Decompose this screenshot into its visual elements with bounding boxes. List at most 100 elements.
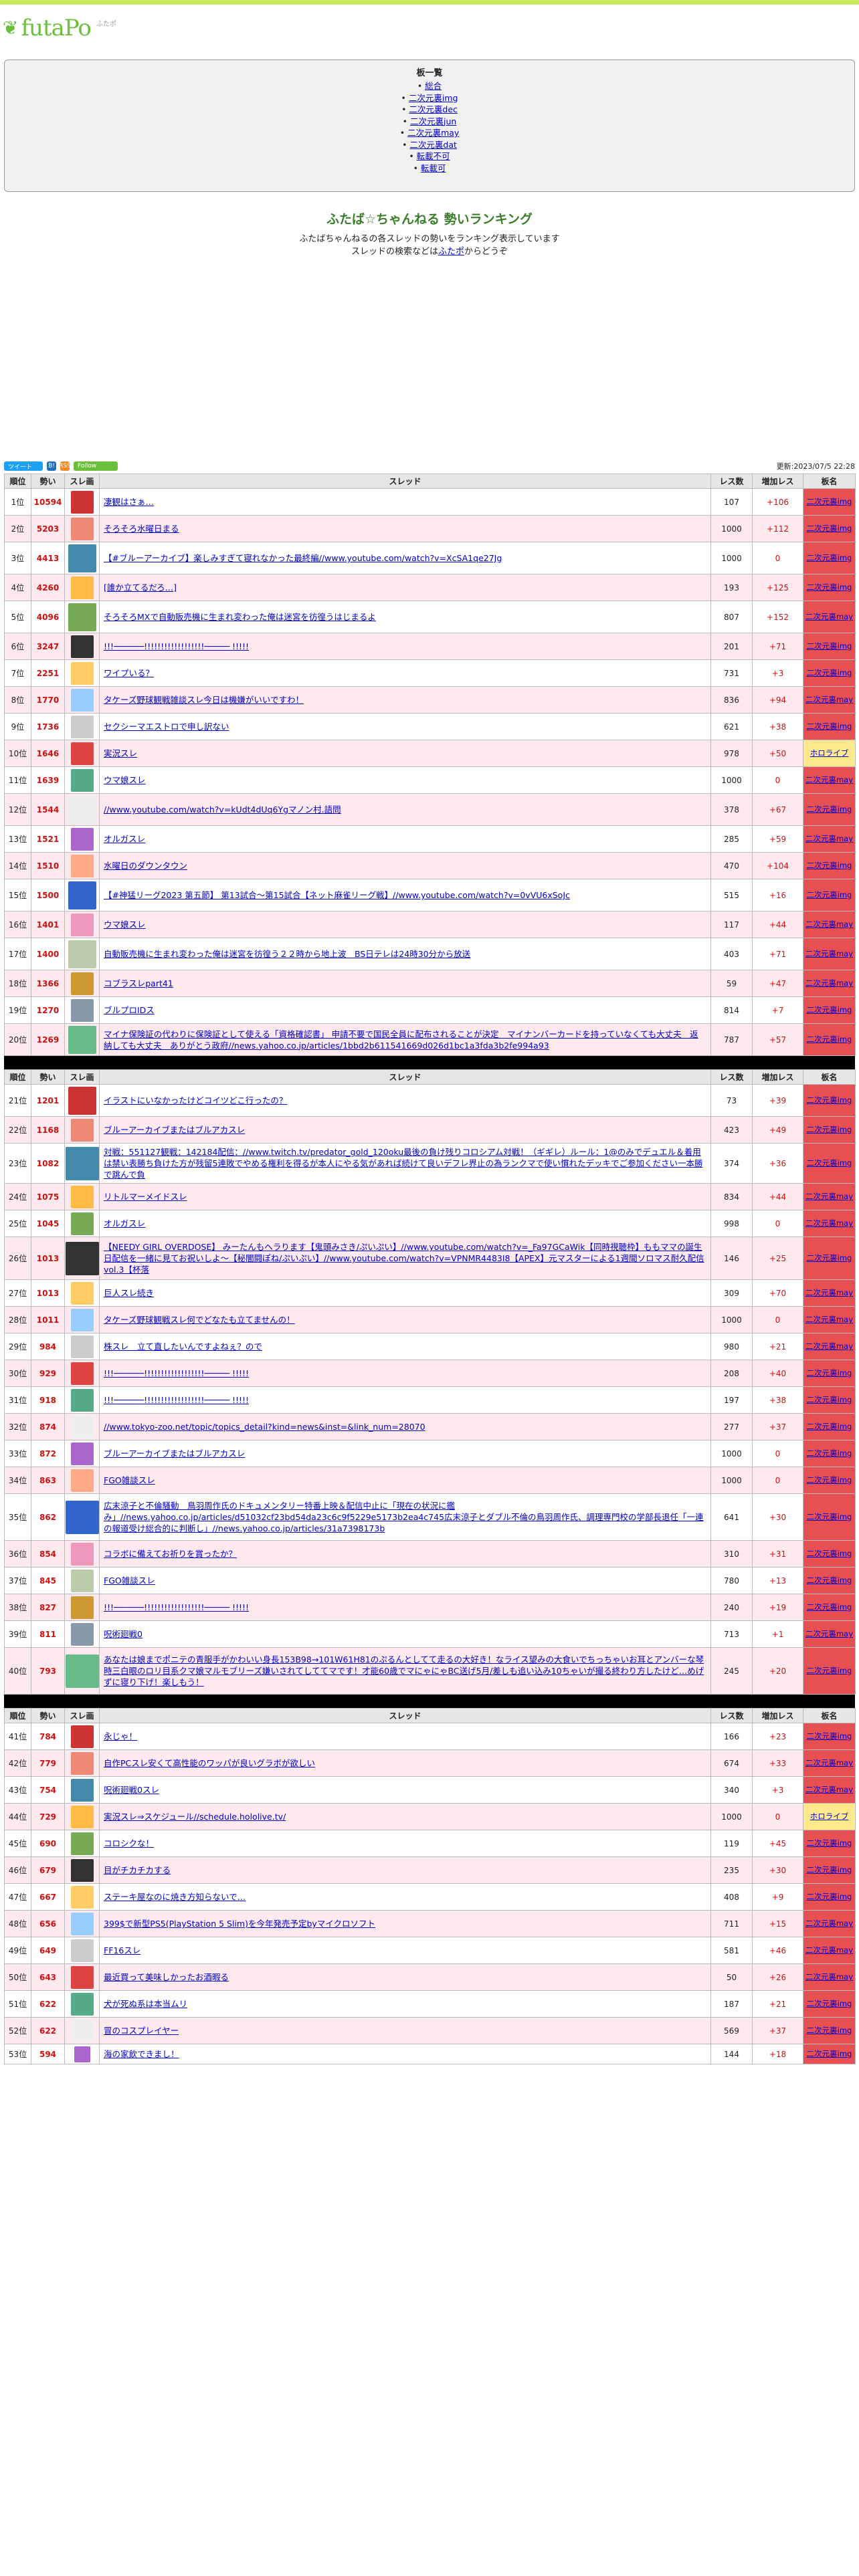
board-link[interactable]: 二次元裏img: [807, 2026, 852, 2035]
board-link[interactable]: 二次元裏may: [805, 1758, 853, 1767]
board-link[interactable]: 二次元裏img: [807, 1448, 852, 1458]
thread-thumbnail[interactable]: [70, 635, 94, 658]
thumbnail-cell[interactable]: [64, 793, 100, 826]
thumbnail-cell[interactable]: [64, 686, 100, 714]
thread-thumbnail[interactable]: [70, 1751, 94, 1775]
thumbnail-cell[interactable]: [64, 1333, 100, 1360]
thumbnail-cell[interactable]: [64, 2044, 100, 2064]
thread-link[interactable]: タケーズ野球観戦スレ何でどなたも立てませんの！: [104, 1315, 295, 1325]
rss-button[interactable]: RSS: [59, 461, 71, 471]
thumbnail-cell[interactable]: [64, 659, 100, 687]
thread-thumbnail[interactable]: [70, 688, 94, 712]
thumbnail-cell[interactable]: [64, 1723, 100, 1750]
thumbnail-cell[interactable]: [64, 825, 100, 853]
thread-thumbnail[interactable]: [70, 2019, 94, 2042]
thread-thumbnail[interactable]: [70, 1965, 94, 1989]
board-link[interactable]: 二次元裏may: [805, 1341, 853, 1351]
board-link[interactable]: 二次元裏img: [807, 1838, 852, 1848]
board-link[interactable]: 二次元裏img: [807, 1253, 852, 1263]
hatena-bookmark-button[interactable]: B!: [47, 461, 56, 471]
thread-link[interactable]: ステーキ屋なのに焼き方知らないで…: [104, 1892, 246, 1902]
thread-thumbnail[interactable]: [70, 1542, 94, 1566]
board-link[interactable]: 二次元裏may: [805, 612, 853, 621]
thread-link[interactable]: あなたは娘までポニテの青服手がかわいい身長153B98→101W61H81のぷる…: [104, 1654, 704, 1687]
thread-link[interactable]: 自作PCスレ安くて高性能のワッパが良いグラボが欲しい: [104, 1758, 315, 1768]
thread-link[interactable]: そろそろMXで自動販売機に生まれ変わった俺は迷宮を彷徨うはじまるよ: [104, 612, 376, 622]
board-link[interactable]: 二次元裏img: [807, 497, 852, 506]
thread-thumbnail[interactable]: [70, 490, 94, 514]
thread-thumbnail[interactable]: [70, 1118, 94, 1142]
thread-link[interactable]: 【#ブルーアーカイブ】楽しみすぎて寝れなかった最終編//www.youtube.…: [104, 553, 502, 563]
thread-link[interactable]: セクシーマエストロで申し訳ない: [104, 722, 229, 732]
board-link[interactable]: 二次元裏img: [807, 1035, 852, 1044]
thread-thumbnail[interactable]: [70, 1622, 94, 1646]
thumbnail-cell[interactable]: [64, 970, 100, 997]
thumbnail-cell[interactable]: [64, 1413, 100, 1440]
thread-link[interactable]: 399$で新型PS5(PlayStation 5 Slim)を今年発売予定byマ…: [104, 1919, 375, 1929]
thread-link[interactable]: 対戦：551127観戦：142184配信：//www.twitch.tv/pre…: [104, 1147, 702, 1180]
board-link[interactable]: 二次元裏img: [807, 722, 852, 731]
board-link[interactable]: 二次元裏may: [805, 1945, 853, 1955]
thumbnail-cell[interactable]: [64, 1023, 100, 1056]
board-link[interactable]: 二次元裏img: [807, 1666, 852, 1675]
thread-link[interactable]: イラストにいなかったけどコイツどこ行ったの？: [104, 1095, 287, 1105]
thread-thumbnail[interactable]: [70, 768, 94, 792]
thread-link[interactable]: オルガスレ: [104, 1218, 145, 1228]
thumbnail-cell[interactable]: [64, 1237, 100, 1280]
board-link[interactable]: 二次元裏img: [807, 1999, 852, 2008]
thread-link[interactable]: 犬が死ぬ系は本当ムリ: [104, 1999, 187, 2009]
thumbnail-cell[interactable]: [64, 1963, 100, 1991]
thread-thumbnail[interactable]: [70, 1308, 94, 1331]
thumbnail-cell[interactable]: [64, 1856, 100, 1884]
thread-link[interactable]: 水曜日のダウンタウン: [104, 861, 187, 871]
thread-thumbnail[interactable]: [70, 1569, 94, 1592]
thread-thumbnail[interactable]: [65, 1146, 99, 1180]
thumbnail-cell[interactable]: [64, 1360, 100, 1387]
thumbnail-cell[interactable]: [64, 1467, 100, 1494]
thumbnail-cell[interactable]: [64, 1990, 100, 2018]
thread-link[interactable]: コブラスレpart41: [104, 978, 173, 988]
thumbnail-cell[interactable]: [64, 2017, 100, 2044]
thread-link[interactable]: ワイプいる？: [104, 668, 154, 678]
board-link[interactable]: 二次元裏may: [805, 834, 853, 843]
thread-link[interactable]: ウマ娘スレ: [104, 920, 146, 930]
thumbnail-cell[interactable]: [64, 1386, 100, 1414]
thread-link[interactable]: 実況スレ: [104, 748, 137, 758]
thread-link[interactable]: 呪術廻戦0スレ: [104, 1785, 159, 1795]
thumbnail-cell[interactable]: [64, 1620, 100, 1648]
thumbnail-cell[interactable]: [64, 1306, 100, 1333]
thumbnail-cell[interactable]: [64, 740, 100, 767]
thread-link[interactable]: !!!──────!!!!!!!!!!!!!!!!!!───── !!!!!: [104, 1602, 249, 1612]
board-link[interactable]: 二次元裏may: [805, 1192, 853, 1201]
board-menu-link[interactable]: 二次元裏jun: [410, 116, 456, 126]
thread-link[interactable]: 最近買って美味しかったお酒暇る: [104, 1972, 229, 1982]
thread-link[interactable]: 株スレ 立て直したいんですよねぇ？ので: [104, 1341, 262, 1352]
thread-link[interactable]: //www.tokyo-zoo.net/topic/topics_detail?…: [104, 1422, 425, 1432]
board-link[interactable]: 二次元裏img: [807, 1892, 852, 1901]
thumbnail-cell[interactable]: [64, 713, 100, 740]
thumbnail-cell[interactable]: [64, 574, 100, 601]
thread-link[interactable]: そろそろ水曜日まる: [104, 524, 179, 534]
thread-thumbnail[interactable]: [65, 1654, 99, 1688]
thread-link[interactable]: オルガスレ: [104, 834, 145, 844]
board-menu-link[interactable]: 転載不可: [417, 151, 450, 161]
thread-link[interactable]: 呪術廻戦0: [104, 1629, 142, 1639]
board-menu-link[interactable]: 二次元裏may: [407, 128, 459, 138]
board-link[interactable]: 二次元裏may: [805, 1785, 853, 1794]
tweet-button[interactable]: ツイート: [4, 461, 43, 471]
board-link[interactable]: 二次元裏may: [805, 775, 853, 784]
thumbnail-cell[interactable]: [64, 1279, 100, 1307]
board-link[interactable]: 二次元裏img: [807, 1095, 852, 1105]
thread-link[interactable]: ブルーアーカイブまたはブルアカスレ: [104, 1125, 245, 1135]
thread-link[interactable]: !!!──────!!!!!!!!!!!!!!!!!!───── !!!!!: [104, 641, 249, 651]
board-link[interactable]: 二次元裏may: [805, 1972, 853, 1981]
thread-thumbnail[interactable]: [70, 1185, 94, 1208]
thread-thumbnail[interactable]: [70, 1335, 94, 1358]
thread-thumbnail[interactable]: [68, 603, 96, 631]
board-link[interactable]: 二次元裏may: [805, 1218, 853, 1228]
thumbnail-cell[interactable]: [64, 1803, 100, 1830]
board-link[interactable]: 二次元裏img: [807, 1158, 852, 1168]
board-menu-link[interactable]: 二次元裏img: [409, 93, 458, 103]
thread-thumbnail[interactable]: [70, 1858, 94, 1882]
thumbnail-cell[interactable]: [64, 601, 100, 633]
